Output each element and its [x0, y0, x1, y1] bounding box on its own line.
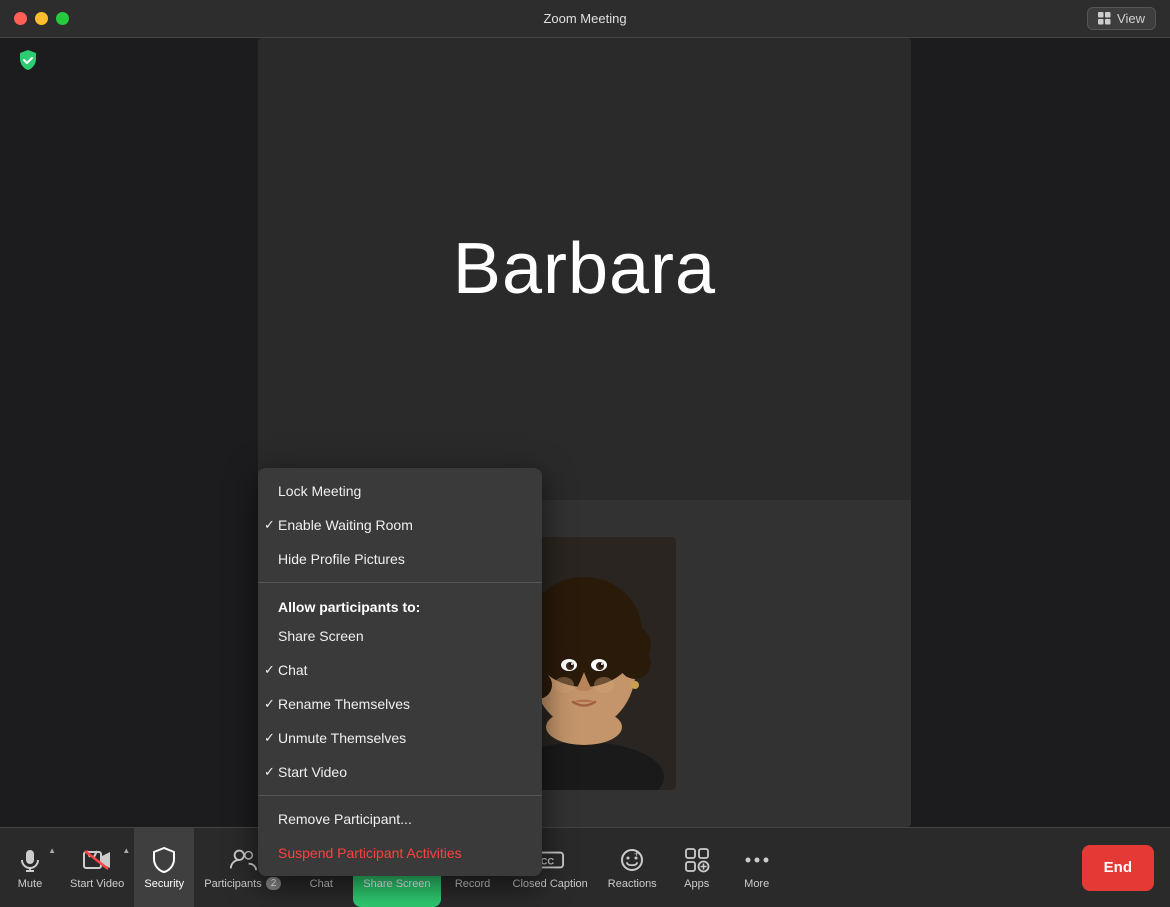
- check-icon-waiting-room: ✓: [264, 517, 275, 533]
- chat-label: Chat: [310, 878, 333, 890]
- chat-label: Chat: [278, 662, 308, 678]
- menu-item-enable-waiting-room[interactable]: ✓ Enable Waiting Room: [258, 508, 542, 542]
- remove-participant-label: Remove Participant...: [278, 811, 412, 827]
- menu-item-remove-participant[interactable]: Remove Participant...: [258, 802, 542, 836]
- svg-text:CC: CC: [541, 856, 555, 866]
- menu-item-unmute-themselves[interactable]: ✓ Unmute Themselves: [258, 721, 542, 755]
- menu-item-rename-themselves[interactable]: ✓ Rename Themselves: [258, 687, 542, 721]
- closed-caption-label: Closed Caption: [513, 878, 588, 890]
- toolbar-item-start-video[interactable]: Start Video ▲: [60, 828, 134, 907]
- toolbar-item-more[interactable]: More: [727, 828, 787, 907]
- menu-item-start-video[interactable]: ✓ Start Video: [258, 755, 542, 789]
- participants-icon: [229, 845, 257, 873]
- menu-section-2: Allow participants to: Share Screen ✓ Ch…: [258, 582, 542, 795]
- participants-label: Participants: [204, 878, 261, 890]
- toolbar: Mute ▲ Start Video ▲: [0, 827, 1170, 907]
- mute-icon: [16, 846, 44, 874]
- unmute-themselves-label: Unmute Themselves: [278, 730, 406, 746]
- menu-item-suspend-activities[interactable]: Suspend Participant Activities: [258, 836, 542, 870]
- security-menu: Lock Meeting ✓ Enable Waiting Room Hide …: [258, 468, 542, 876]
- toolbar-item-security[interactable]: Security: [134, 828, 194, 907]
- more-label: More: [744, 878, 769, 890]
- lock-meeting-label: Lock Meeting: [278, 483, 361, 499]
- window-controls: [14, 12, 69, 25]
- maximize-button[interactable]: [56, 12, 69, 25]
- participants-count: 2: [266, 877, 282, 890]
- view-label: View: [1117, 11, 1145, 26]
- suspend-activities-label: Suspend Participant Activities: [278, 845, 462, 861]
- security-icon: [150, 846, 178, 874]
- menu-section-1: Lock Meeting ✓ Enable Waiting Room Hide …: [258, 468, 542, 582]
- main-video: Barbara Barbara is connecting to audio ·…: [258, 38, 911, 500]
- end-button[interactable]: End: [1082, 845, 1154, 891]
- apps-icon: [683, 846, 711, 874]
- toolbar-item-reactions[interactable]: + Reactions: [598, 828, 667, 907]
- mute-label: Mute: [18, 878, 42, 890]
- menu-item-chat[interactable]: ✓ Chat: [258, 653, 542, 687]
- shield-icon: [16, 48, 40, 72]
- window-title: Zoom Meeting: [543, 11, 626, 26]
- main-area: Barbara Barbara is connecting to audio ·…: [0, 38, 1170, 827]
- menu-item-lock-meeting[interactable]: Lock Meeting: [258, 474, 542, 508]
- view-button[interactable]: View: [1087, 7, 1156, 30]
- security-label: Security: [144, 878, 184, 890]
- allow-participants-label: Allow participants to:: [278, 599, 420, 615]
- video-caret[interactable]: ▲: [122, 846, 130, 855]
- toolbar-item-mute[interactable]: Mute ▲: [0, 828, 60, 907]
- video-icon: [83, 846, 111, 874]
- mute-caret[interactable]: ▲: [48, 846, 56, 855]
- more-icon: [743, 846, 771, 874]
- rename-themselves-label: Rename Themselves: [278, 696, 410, 712]
- menu-item-hide-profile-pictures[interactable]: Hide Profile Pictures: [258, 542, 542, 576]
- close-button[interactable]: [14, 12, 27, 25]
- reactions-label: Reactions: [608, 878, 657, 890]
- start-video-label: Start Video: [278, 764, 347, 780]
- apps-label: Apps: [684, 878, 709, 890]
- check-icon-chat: ✓: [264, 662, 275, 678]
- menu-section-3: Remove Participant... Suspend Participan…: [258, 795, 542, 876]
- check-icon-start-video: ✓: [264, 764, 275, 780]
- enable-waiting-room-label: Enable Waiting Room: [278, 517, 413, 533]
- start-video-label: Start Video: [70, 878, 124, 890]
- check-icon-rename: ✓: [264, 696, 275, 712]
- record-label: Record: [455, 878, 490, 890]
- hide-profile-pictures-label: Hide Profile Pictures: [278, 551, 405, 567]
- participant-name: Barbara: [453, 228, 716, 310]
- svg-text:+: +: [634, 849, 639, 859]
- titlebar: Zoom Meeting View: [0, 0, 1170, 38]
- allow-participants-header: Allow participants to:: [258, 589, 542, 619]
- grid-icon: [1098, 12, 1112, 26]
- minimize-button[interactable]: [35, 12, 48, 25]
- share-screen-label: Share Screen: [363, 878, 430, 890]
- reactions-icon: +: [618, 846, 646, 874]
- menu-item-share-screen[interactable]: Share Screen: [258, 619, 542, 653]
- toolbar-item-apps[interactable]: Apps: [667, 828, 727, 907]
- share-screen-label: Share Screen: [278, 628, 364, 644]
- check-icon-unmute: ✓: [264, 730, 275, 746]
